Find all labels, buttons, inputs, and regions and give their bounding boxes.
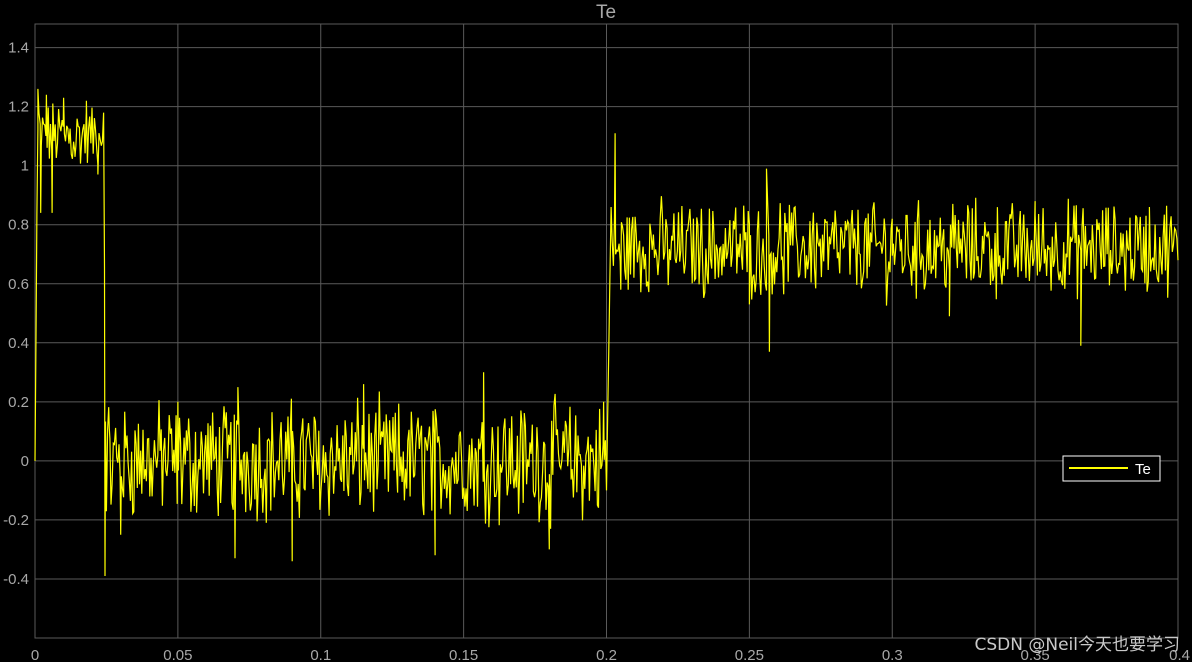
y-tick-label: 0.6 [8, 276, 29, 293]
x-tick-label: 0.3 [882, 647, 903, 662]
te-chart: Te -0.4 -0.2 0 0.2 0.4 0.6 0.8 1 1.2 1.4 0 0.05 0.1… [0, 0, 1192, 662]
y-tick-label: -0.4 [3, 571, 29, 588]
x-tick-label: 0.25 [735, 647, 764, 662]
legend-label-te: Te [1135, 461, 1151, 478]
x-tick-label: 0.15 [449, 647, 478, 662]
y-tick-label: 0.8 [8, 217, 29, 234]
y-tick-label: 1.4 [8, 40, 29, 57]
y-tick-label: 0.2 [8, 394, 29, 411]
y-tick-label: -0.2 [3, 512, 29, 529]
chart-title: Te [596, 2, 616, 23]
y-tick-label: 0 [21, 453, 29, 470]
y-tick-label: 0.4 [8, 335, 29, 352]
x-tick-label: 0.1 [310, 647, 331, 662]
x-tick-label: 0.05 [163, 647, 192, 662]
watermark: CSDN @Neil今天也要学习 [975, 635, 1181, 655]
y-tick-label: 1.2 [8, 99, 29, 116]
y-tick-label: 1 [21, 158, 29, 175]
legend[interactable]: Te [1062, 455, 1161, 482]
x-tick-label: 0.2 [596, 647, 617, 662]
chart-background [0, 0, 1192, 662]
x-tick-label: 0 [31, 647, 39, 662]
